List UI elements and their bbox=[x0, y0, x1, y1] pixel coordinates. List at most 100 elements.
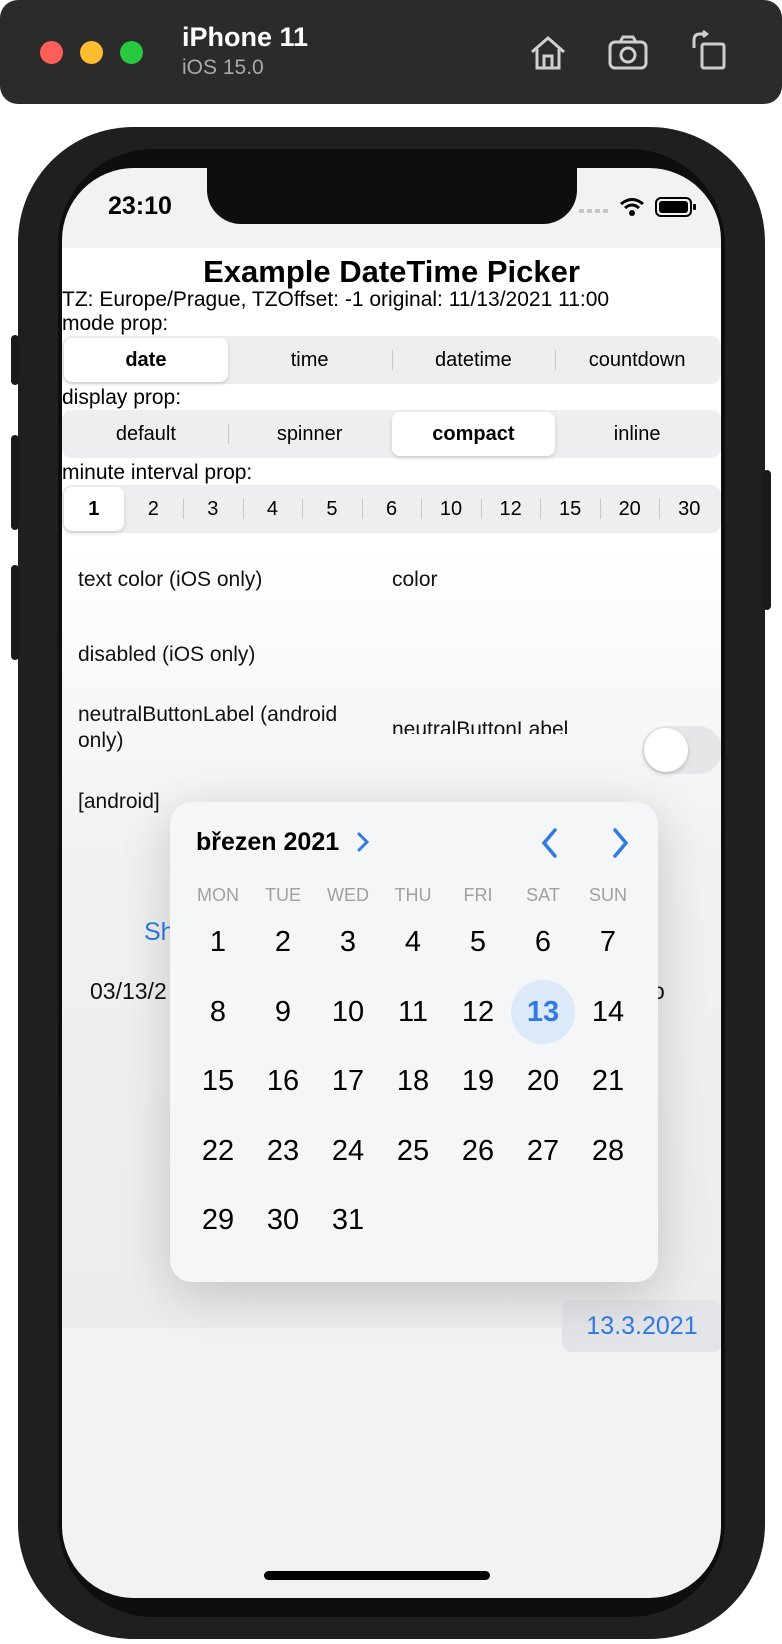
calendar-day[interactable]: 14 bbox=[576, 980, 640, 1044]
notch bbox=[207, 168, 577, 224]
display-option-default[interactable]: default bbox=[64, 412, 228, 456]
minute-option[interactable]: 4 bbox=[242, 487, 303, 531]
calendar-day[interactable]: 26 bbox=[446, 1119, 510, 1183]
minute-option[interactable]: 12 bbox=[480, 487, 541, 531]
home-icon[interactable] bbox=[526, 30, 570, 74]
next-month-icon[interactable] bbox=[608, 826, 632, 865]
timezone-info: TZ: Europe/Prague, TZOffset: -1 original… bbox=[62, 288, 610, 311]
display-option-inline[interactable]: inline bbox=[555, 412, 719, 456]
home-indicator[interactable] bbox=[264, 1571, 490, 1580]
mode-option-countdown[interactable]: countdown bbox=[555, 338, 719, 382]
minute-option[interactable]: 1 bbox=[64, 487, 124, 531]
neutral-button-input[interactable]: neutralButtonLabel bbox=[392, 718, 632, 734]
minimize-window-button[interactable] bbox=[80, 41, 103, 64]
power-button bbox=[763, 470, 771, 610]
text-color-label: text color (iOS only) bbox=[78, 568, 263, 591]
display-segmented-control: default spinner compact inline bbox=[62, 410, 721, 458]
calendar-day[interactable]: 25 bbox=[381, 1119, 445, 1183]
signal-icon bbox=[579, 201, 609, 219]
calendar-day[interactable]: 23 bbox=[251, 1119, 315, 1183]
mode-option-time[interactable]: time bbox=[228, 338, 392, 382]
display-option-spinner[interactable]: spinner bbox=[227, 412, 392, 456]
text-color-input[interactable]: color bbox=[392, 568, 438, 592]
weekday-label: TUE bbox=[265, 885, 301, 905]
calendar-day[interactable]: 11 bbox=[381, 980, 445, 1044]
weekday-label: SAT bbox=[526, 885, 560, 905]
calendar-day[interactable]: 9 bbox=[251, 980, 315, 1044]
calendar-day[interactable]: 6 bbox=[511, 910, 575, 974]
calendar-month-title[interactable]: březen 2021 bbox=[196, 828, 339, 857]
rotate-icon[interactable] bbox=[688, 30, 732, 74]
selected-date-text: 03/13/2 bbox=[90, 978, 167, 1004]
calendar-day[interactable]: 10 bbox=[316, 980, 380, 1044]
compact-date-button[interactable]: 13.3.2021 bbox=[562, 1300, 721, 1352]
calendar-day[interactable]: 17 bbox=[316, 1049, 380, 1113]
calendar-day[interactable]: 1 bbox=[186, 910, 250, 974]
calendar-day[interactable]: 4 bbox=[381, 910, 445, 974]
minute-option[interactable]: 30 bbox=[659, 487, 719, 531]
mode-option-date[interactable]: date bbox=[64, 338, 228, 382]
minute-option[interactable]: 6 bbox=[361, 487, 422, 531]
mute-switch bbox=[11, 335, 19, 385]
status-time: 23:10 bbox=[108, 192, 172, 220]
screenshot-icon[interactable] bbox=[606, 30, 650, 74]
calendar-day[interactable]: 21 bbox=[576, 1049, 640, 1113]
calendar-day[interactable]: 15 bbox=[186, 1049, 250, 1113]
volume-down-button bbox=[11, 565, 19, 660]
calendar-popover: březen 2021 MON TUE WED THU FRI SAT SUN … bbox=[170, 802, 658, 1282]
app-content: Example DateTime Picker TZ: Europe/Pragu… bbox=[62, 248, 721, 1352]
calendar-day[interactable]: 7 bbox=[576, 910, 640, 974]
month-chevron-right-icon[interactable] bbox=[355, 830, 371, 859]
close-window-button[interactable] bbox=[40, 41, 63, 64]
battery-icon bbox=[655, 196, 697, 223]
calendar-day-selected[interactable]: 13 bbox=[511, 979, 575, 1044]
disabled-label: disabled (iOS only) bbox=[78, 643, 256, 666]
weekday-label: WED bbox=[327, 885, 369, 905]
minute-option[interactable]: 15 bbox=[540, 487, 600, 531]
weekday-label: FRI bbox=[463, 885, 493, 905]
calendar-day[interactable]: 29 bbox=[186, 1188, 250, 1252]
calendar-day[interactable]: 2 bbox=[251, 910, 315, 974]
calendar-day[interactable]: 8 bbox=[186, 980, 250, 1044]
toggle-knob bbox=[644, 728, 688, 772]
weekday-label: THU bbox=[394, 885, 432, 905]
mode-label: mode prop: bbox=[62, 312, 169, 335]
minute-option[interactable]: 5 bbox=[302, 487, 362, 531]
calendar-day[interactable]: 31 bbox=[316, 1188, 380, 1252]
disabled-toggle[interactable] bbox=[642, 726, 721, 774]
weekday-label: SUN bbox=[588, 885, 627, 905]
minute-option[interactable]: 3 bbox=[183, 487, 243, 531]
display-option-compact[interactable]: compact bbox=[391, 412, 556, 456]
minute-option[interactable]: 20 bbox=[599, 487, 660, 531]
volume-up-button bbox=[11, 435, 19, 530]
page-title: Example DateTime Picker bbox=[203, 254, 580, 289]
weekday-label: MON bbox=[197, 885, 239, 905]
android-label: [android] bbox=[78, 790, 160, 813]
minute-interval-segmented-control: 1 2 3 4 5 6 10 12 15 20 30 bbox=[62, 485, 721, 533]
os-version: iOS 15.0 bbox=[182, 56, 264, 79]
calendar-day[interactable]: 30 bbox=[251, 1188, 315, 1252]
calendar-day[interactable]: 18 bbox=[381, 1049, 445, 1113]
minute-option[interactable]: 10 bbox=[421, 487, 481, 531]
simulator-titlebar: iPhone 11 iOS 15.0 bbox=[0, 0, 782, 104]
calendar-day[interactable]: 20 bbox=[511, 1049, 575, 1113]
calendar-day[interactable]: 27 bbox=[511, 1119, 575, 1183]
calendar-day[interactable]: 22 bbox=[186, 1119, 250, 1183]
phone-screen: 23:10 Example DateTime Picker TZ: Europe… bbox=[62, 168, 721, 1598]
minute-option[interactable]: 2 bbox=[124, 487, 184, 531]
mode-segmented-control: date time datetime countdown bbox=[62, 336, 721, 384]
neutral-button-label: neutralButtonLabel (android only) bbox=[78, 703, 338, 752]
calendar-day[interactable]: 5 bbox=[446, 910, 510, 974]
zoom-window-button[interactable] bbox=[120, 41, 143, 64]
calendar-day[interactable]: 19 bbox=[446, 1049, 510, 1113]
calendar-day[interactable]: 28 bbox=[576, 1119, 640, 1183]
mode-option-datetime[interactable]: datetime bbox=[391, 338, 556, 382]
display-label: display prop: bbox=[62, 386, 182, 409]
status-icons bbox=[579, 196, 697, 223]
calendar-day[interactable]: 24 bbox=[316, 1119, 380, 1183]
previous-month-icon[interactable] bbox=[538, 826, 562, 865]
calendar-day[interactable]: 3 bbox=[316, 910, 380, 974]
device-name: iPhone 11 bbox=[182, 22, 309, 52]
calendar-day[interactable]: 16 bbox=[251, 1049, 315, 1113]
calendar-day[interactable]: 12 bbox=[446, 980, 510, 1044]
